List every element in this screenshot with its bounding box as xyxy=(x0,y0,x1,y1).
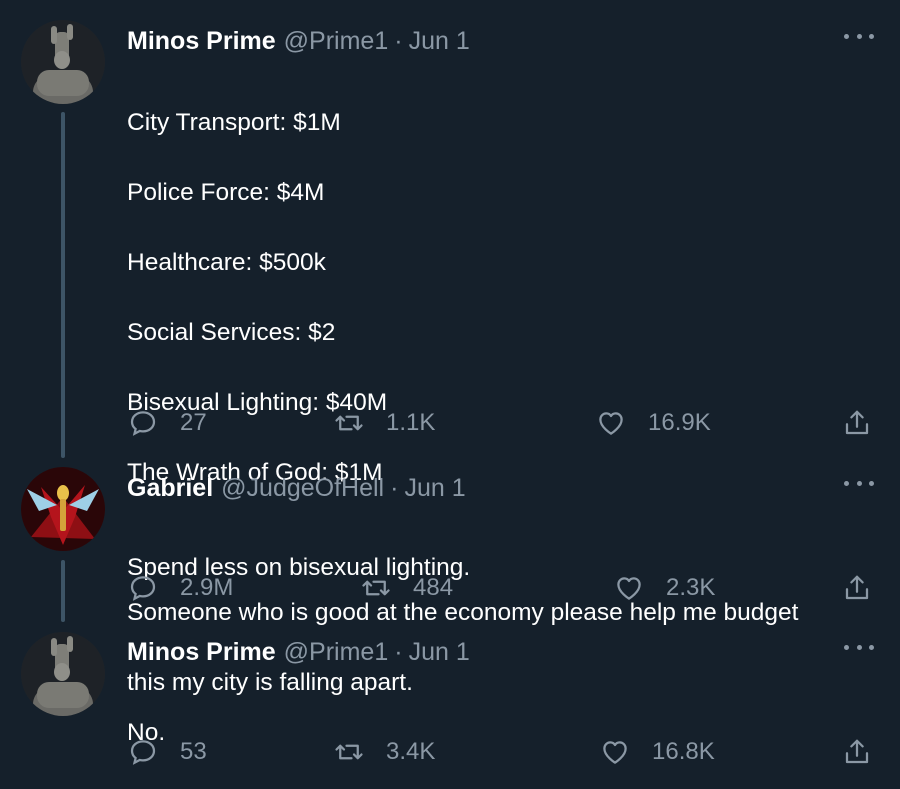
retweet-icon xyxy=(362,580,390,596)
text-line: Police Force: $4M xyxy=(127,179,325,206)
like-count: 16.8K xyxy=(652,738,715,765)
heart-icon xyxy=(603,741,627,764)
share-icon xyxy=(845,575,869,600)
author-handle[interactable]: @Prime1 xyxy=(284,638,389,667)
author-name[interactable]: Minos Prime xyxy=(127,27,276,56)
author-name[interactable]: Minos Prime xyxy=(127,638,276,667)
reply-icon xyxy=(130,576,156,601)
more-options-icon[interactable] xyxy=(844,476,874,490)
heart-icon xyxy=(599,412,623,435)
avatar[interactable] xyxy=(21,467,105,551)
minos-avatar-icon xyxy=(21,632,105,716)
tweet-actions: 27 1.1K 16.9K xyxy=(0,403,900,443)
like-button[interactable]: 2.3K xyxy=(614,568,715,608)
retweet-button[interactable]: 484 xyxy=(361,568,453,608)
tweet-date[interactable]: Jun 1 xyxy=(404,474,465,503)
tweet-actions: 53 3.4K 16.8K xyxy=(0,732,900,772)
reply-icon xyxy=(130,411,156,436)
minos-avatar-icon xyxy=(21,20,105,104)
separator-dot: · xyxy=(390,474,399,502)
author-name[interactable]: Gabriel xyxy=(127,474,213,503)
reply-button[interactable]: 2.9M xyxy=(128,568,233,608)
reply-count: 53 xyxy=(180,738,207,765)
share-icon xyxy=(845,739,869,764)
separator-dot: · xyxy=(394,27,403,55)
like-button[interactable]: 16.9K xyxy=(596,403,711,443)
reply-button[interactable]: 53 xyxy=(128,732,207,772)
text-line: Healthcare: $500k xyxy=(127,249,326,276)
reply-button[interactable]: 27 xyxy=(128,403,207,443)
share-icon xyxy=(845,410,869,435)
tweet-date[interactable]: Jun 1 xyxy=(409,638,470,667)
share-button[interactable] xyxy=(842,732,872,772)
more-options-icon[interactable] xyxy=(844,29,874,43)
reply-count: 2.9M xyxy=(180,574,234,601)
separator-dot: · xyxy=(394,638,403,666)
tweet-actions: 2.9M 484 2.3K xyxy=(0,568,900,608)
retweet-button[interactable]: 1.1K xyxy=(334,403,435,443)
reply-count: 27 xyxy=(180,409,207,436)
like-count: 2.3K xyxy=(666,574,716,601)
retweet-count: 1.1K xyxy=(386,409,436,436)
heart-icon xyxy=(617,577,641,600)
author-handle[interactable]: @Prime1 xyxy=(284,27,389,56)
retweet-button[interactable]: 3.4K xyxy=(334,732,435,772)
retweet-icon xyxy=(335,415,363,431)
share-button[interactable] xyxy=(842,403,872,443)
avatar[interactable] xyxy=(21,20,105,104)
retweet-count: 3.4K xyxy=(386,738,436,765)
more-options-icon[interactable] xyxy=(844,640,874,654)
text-line: City Transport: $1M xyxy=(127,109,341,136)
tweet[interactable]: Minos Prime @Prime1 · Jun 1 No. 53 3.4K … xyxy=(0,624,900,789)
text-line: Social Services: $2 xyxy=(127,319,336,346)
tweet[interactable]: Gabriel @JudgeOfHell · Jun 1 Spend less … xyxy=(0,460,900,620)
author-handle[interactable]: @JudgeOfHell xyxy=(221,474,384,503)
avatar[interactable] xyxy=(21,632,105,716)
retweet-count: 484 xyxy=(413,574,454,601)
retweet-icon xyxy=(335,744,363,760)
tweet[interactable]: Minos Prime @Prime1 · Jun 1 City Transpo… xyxy=(0,0,900,696)
tweet-date[interactable]: Jun 1 xyxy=(409,27,470,56)
like-count: 16.9K xyxy=(648,409,711,436)
reply-icon xyxy=(130,740,156,765)
gabriel-avatar-icon xyxy=(21,467,105,551)
like-button[interactable]: 16.8K xyxy=(600,732,715,772)
share-button[interactable] xyxy=(842,568,872,608)
